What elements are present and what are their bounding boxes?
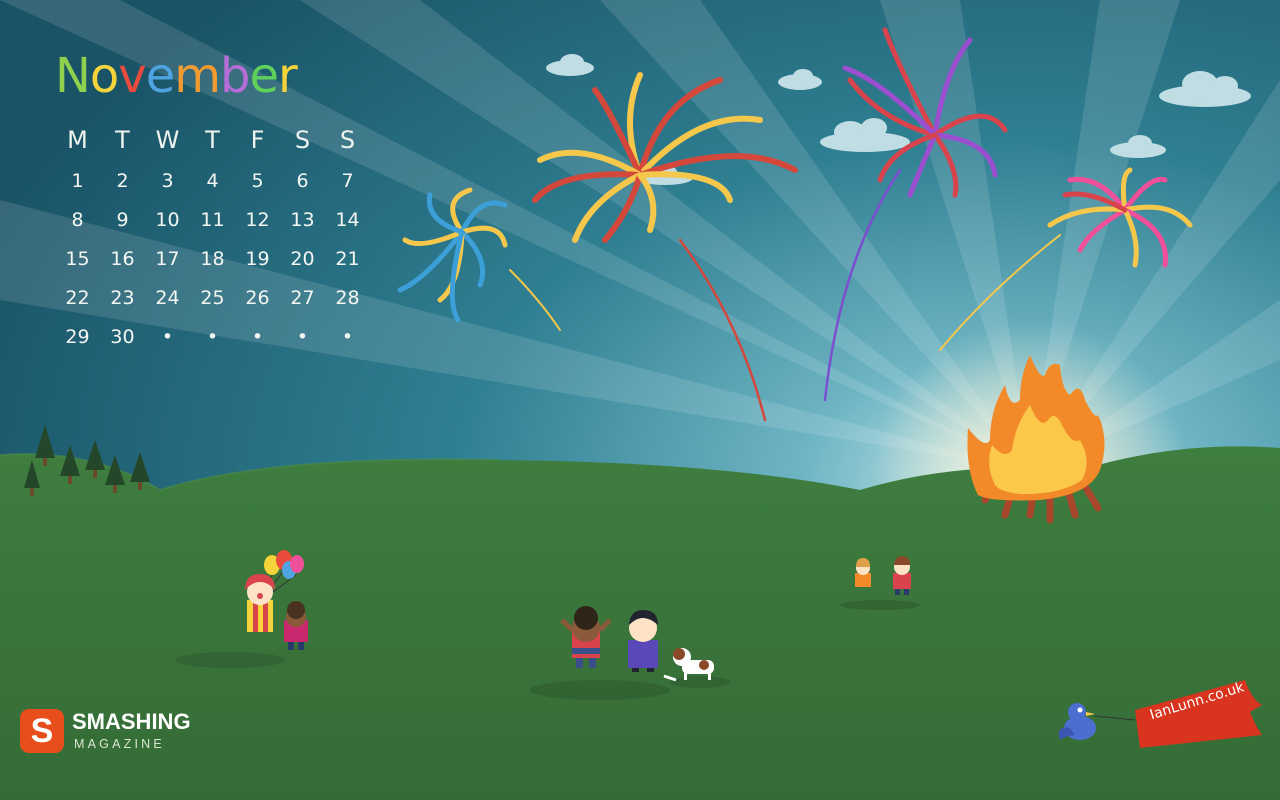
calendar-empty-day: • — [161, 326, 174, 348]
calendar-empty-day: • — [206, 326, 219, 348]
weekday-header: W — [155, 126, 180, 154]
weekday-header: T — [205, 126, 220, 154]
smashing-magazine-logo: S SMASHING MAGAZINE — [20, 707, 220, 757]
calendar-month-title: November — [55, 50, 375, 110]
weekday-header: M — [67, 126, 88, 154]
calendar-day: 4 — [206, 170, 219, 192]
wallpaper: November M T W T F S S 1 2 3 4 5 6 7 8 9 10 11 12 13 14 15 16 1… — [0, 0, 1280, 800]
calendar-day: 13 — [290, 209, 315, 231]
calendar-day: 23 — [110, 287, 135, 309]
calendar-day: 8 — [71, 209, 84, 231]
logo-mark-icon: S — [20, 709, 64, 753]
calendar-day: 25 — [200, 287, 225, 309]
month-letter: e — [145, 48, 176, 104]
calendar-day: 21 — [335, 248, 360, 270]
calendar-day: 10 — [155, 209, 180, 231]
month-letter: N — [55, 48, 91, 104]
weekday-header: F — [250, 126, 265, 154]
month-letter: o — [89, 48, 119, 104]
weekday-header: S — [294, 126, 311, 154]
calendar-day: 30 — [110, 326, 135, 348]
month-letter: v — [118, 48, 146, 104]
logo-line-1: SMASHING — [72, 709, 191, 734]
calendar-day: 19 — [245, 248, 270, 270]
calendar-day: 9 — [116, 209, 129, 231]
calendar-day: 3 — [161, 170, 174, 192]
calendar-day: 27 — [290, 287, 315, 309]
calendar-day: 1 — [71, 170, 84, 192]
month-letter: r — [277, 48, 298, 104]
calendar-day: 29 — [65, 326, 90, 348]
calendar-day: 11 — [200, 209, 225, 231]
weekday-header: T — [115, 126, 130, 154]
calendar-empty-day: • — [251, 326, 264, 348]
logo-line-2: MAGAZINE — [74, 737, 165, 751]
weekday-header: S — [339, 126, 356, 154]
month-letter: m — [174, 48, 221, 104]
calendar-day: 18 — [200, 248, 225, 270]
calendar-day: 2 — [116, 170, 129, 192]
calendar-day: 28 — [335, 287, 360, 309]
calendar-day: 6 — [296, 170, 309, 192]
calendar-day: 12 — [245, 209, 270, 231]
calendar-day: 26 — [245, 287, 270, 309]
calendar-day: 14 — [335, 209, 360, 231]
calendar-day: 5 — [251, 170, 264, 192]
calendar-grid: M T W T F S S 1 2 3 4 5 6 7 8 9 10 11 12 13 14 15 16 17 18 19 20 21… — [55, 118, 375, 357]
calendar-day: 22 — [65, 287, 90, 309]
calendar-day: 7 — [341, 170, 354, 192]
calendar-day: 24 — [155, 287, 180, 309]
calendar-day: 16 — [110, 248, 135, 270]
calendar-empty-day: • — [341, 326, 354, 348]
calendar-day: 15 — [65, 248, 90, 270]
calendar-day: 17 — [155, 248, 180, 270]
calendar-day: 20 — [290, 248, 315, 270]
month-letter: e — [249, 48, 279, 104]
month-letter: b — [219, 48, 250, 104]
calendar: November M T W T F S S 1 2 3 4 5 6 7 8 9 10 11 12 13 14 15 16 1… — [55, 50, 375, 357]
calendar-empty-day: • — [296, 326, 309, 348]
